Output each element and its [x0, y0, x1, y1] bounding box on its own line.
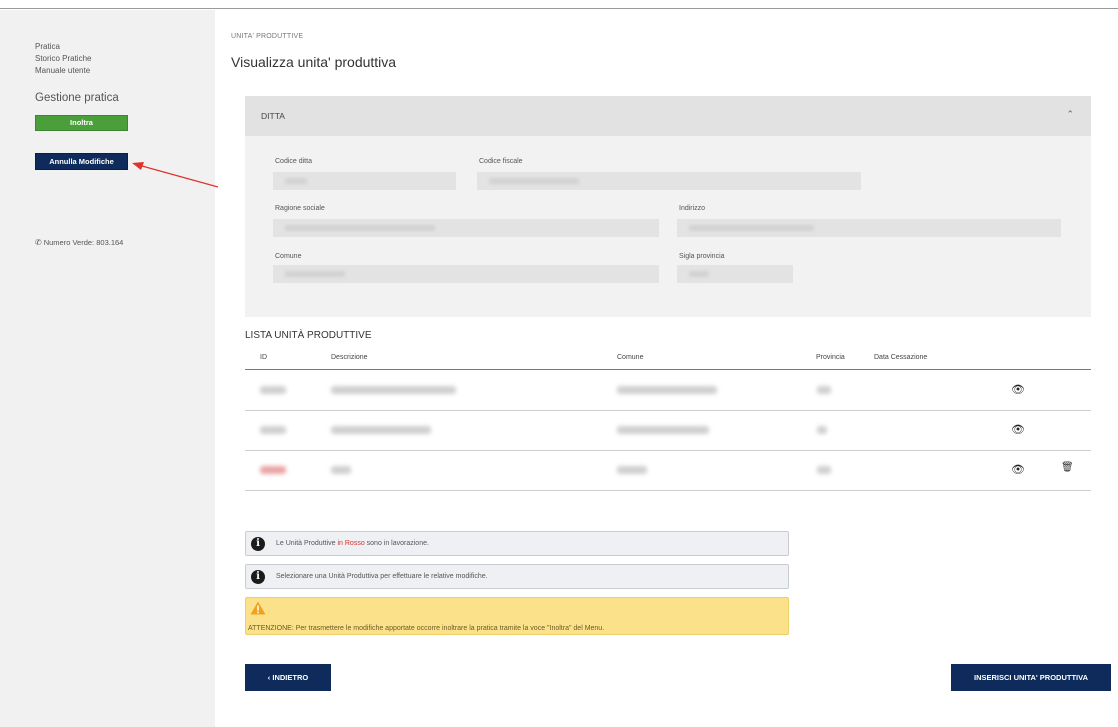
column-header-comune: Comune — [617, 354, 644, 361]
row-provincia — [817, 466, 831, 474]
sidebar-heading: Gestione pratica — [35, 92, 119, 104]
info-icon: i — [251, 537, 265, 551]
indirizzo-label: Indirizzo — [679, 205, 706, 212]
sigla-provincia-field — [677, 265, 793, 283]
ragione-sociale-label: Ragione sociale — [275, 205, 325, 212]
arrow-icon — [132, 162, 219, 188]
row-descrizione — [331, 386, 456, 394]
column-header-data-cessazione: Data Cessazione — [874, 354, 928, 361]
phone-label: Numero Verde: 803.164 — [43, 238, 124, 247]
ditta-panel: DITTA ⌃ Codice ditta Codice fiscale Ragi… — [245, 96, 1091, 317]
info-box-rosso: i Le Unità Produttive in Rosso sono in l… — [245, 531, 789, 556]
sidebar-link-storico-pratiche[interactable]: Storico Pratiche — [35, 54, 91, 63]
codice-ditta-field — [273, 172, 456, 190]
comune-field — [273, 265, 659, 283]
annulla-modifiche-button[interactable]: Annulla Modifiche — [35, 153, 128, 170]
indirizzo-field — [677, 219, 1061, 237]
info-text-part: sono in lavorazione. — [364, 540, 429, 547]
row-comune — [617, 386, 717, 394]
phone-number: ✆ Numero Verde: 803.164 — [35, 238, 123, 247]
codice-fiscale-label: Codice fiscale — [479, 158, 523, 165]
codice-fiscale-field — [477, 172, 861, 190]
comune-label: Comune — [275, 253, 302, 260]
sidebar-link-manuale-utente[interactable]: Manuale utente — [35, 66, 90, 75]
row-descrizione — [331, 466, 351, 474]
eye-icon[interactable]: 👁 — [1011, 383, 1025, 396]
row-id — [260, 426, 286, 434]
row-id — [260, 466, 286, 474]
eye-icon[interactable]: 👁 — [1011, 423, 1025, 436]
table-row[interactable]: 👁 🗑 — [245, 451, 1091, 491]
trash-icon[interactable]: 🗑 — [1061, 462, 1074, 473]
ragione-sociale-field — [273, 219, 659, 237]
info-text-part: Le Unità Produttive — [276, 540, 338, 547]
breadcrumb: UNITA' PRODUTTIVE — [231, 33, 304, 40]
eye-icon[interactable]: 👁 — [1011, 463, 1025, 476]
inserisci-unita-produttiva-button[interactable]: INSERISCI UNITA' PRODUTTIVA — [951, 664, 1111, 691]
table-row[interactable]: 👁 — [245, 371, 1091, 411]
codice-ditta-label: Codice ditta — [275, 158, 312, 165]
column-header-id: ID — [260, 354, 267, 361]
ditta-title: DITTA — [261, 111, 285, 121]
warning-box: ATTENZIONE: Per trasmettere le modifiche… — [245, 597, 789, 635]
info-box-selezione: i Selezionare una Unità Produttiva per e… — [245, 564, 789, 589]
ditta-panel-header[interactable]: DITTA ⌃ — [245, 96, 1091, 136]
row-id — [260, 386, 286, 394]
row-comune — [617, 426, 709, 434]
table-header: ID Descrizione Comune Provincia Data Ces… — [245, 352, 1091, 370]
indietro-button[interactable]: ‹ INDIETRO — [245, 664, 331, 691]
page-title: Visualizza unita' produttiva — [231, 54, 397, 70]
sigla-provincia-label: Sigla provincia — [679, 253, 725, 260]
column-header-provincia: Provincia — [816, 354, 845, 361]
row-descrizione — [331, 426, 431, 434]
info-icon: i — [251, 570, 265, 584]
sidebar-link-pratica[interactable]: Pratica — [35, 42, 60, 51]
table-row[interactable]: 👁 — [245, 411, 1091, 451]
row-provincia — [817, 426, 827, 434]
info-text-red: in Rosso — [337, 540, 365, 547]
info-text-rosso: Le Unità Produttive in Rosso sono in lav… — [276, 540, 429, 547]
row-provincia — [817, 386, 831, 394]
row-comune — [617, 466, 647, 474]
lista-title: LISTA UNITÀ PRODUTTIVE — [245, 330, 372, 341]
inoltra-button[interactable]: Inoltra — [35, 115, 128, 131]
top-bar — [0, 0, 1118, 9]
phone-icon: ✆ — [35, 238, 42, 247]
column-header-descrizione: Descrizione — [331, 354, 368, 361]
info-text-selezione: Selezionare una Unità Produttiva per eff… — [276, 573, 488, 580]
chevron-up-icon[interactable]: ⌃ — [1066, 109, 1074, 120]
warning-icon — [250, 601, 266, 615]
warning-text: ATTENZIONE: Per trasmettere le modifiche… — [248, 625, 605, 632]
